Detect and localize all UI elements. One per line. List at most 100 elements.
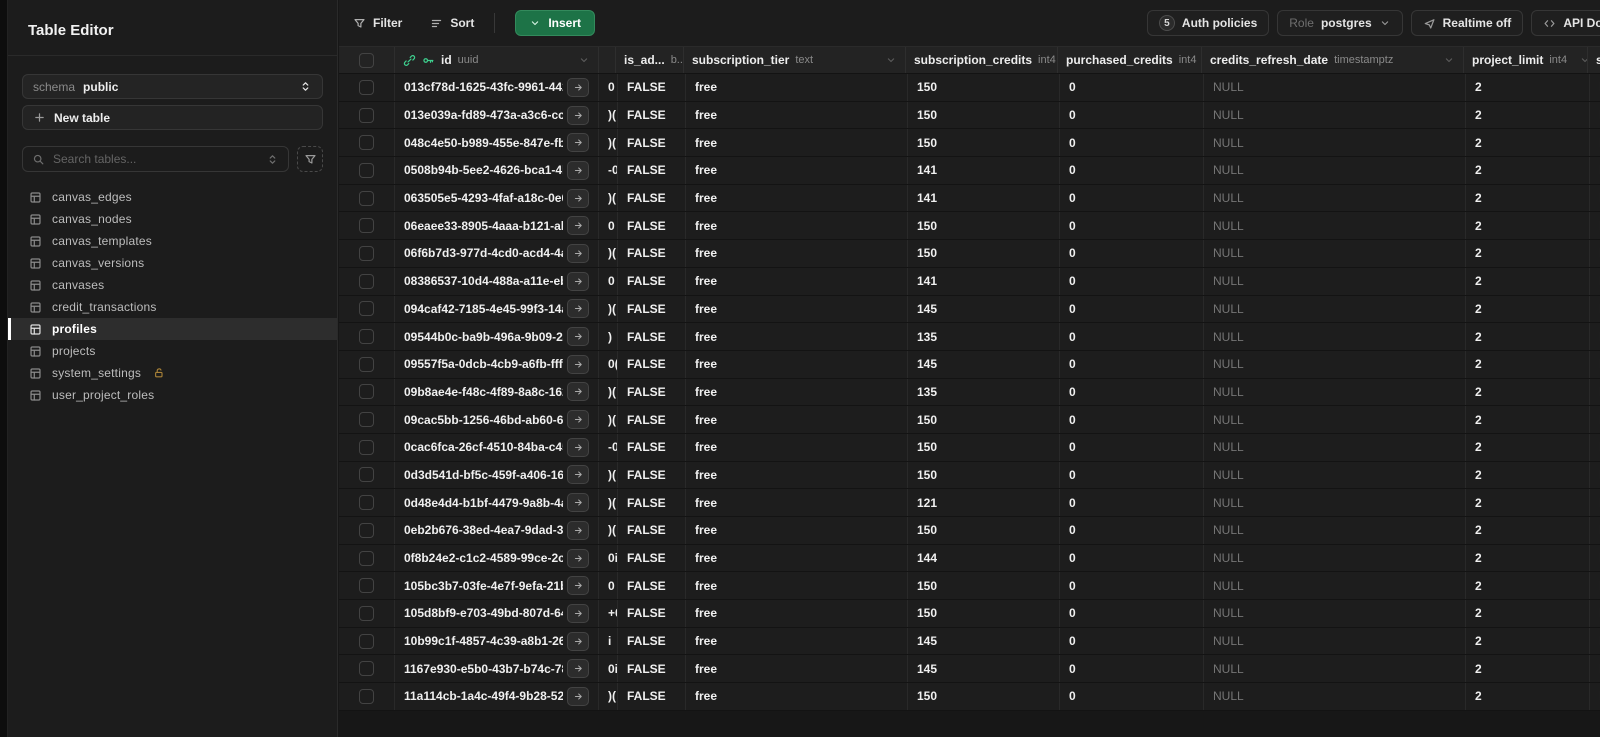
cell-id[interactable]: 0d48e4d4-b1bf-4479-9a8b-4a4b... (395, 489, 599, 516)
cell-limit[interactable]: 2 (1466, 101, 1590, 129)
cell-sliver[interactable]: 0( (599, 350, 618, 378)
cell-limit[interactable]: 2 (1466, 157, 1590, 184)
cell-sub_credits[interactable]: 150 (908, 101, 1060, 129)
cell-purchased[interactable]: 0 (1060, 350, 1204, 378)
expand-row-button[interactable] (567, 77, 589, 97)
cell-limit[interactable]: 2 (1466, 517, 1590, 544)
cell-tier[interactable]: free (686, 157, 908, 184)
cell-id[interactable]: 0cac6fca-26cf-4510-84ba-c4580... (395, 433, 599, 461)
cell-id[interactable]: 013e039a-fd89-473a-a3c6-ccfa9... (395, 101, 599, 129)
cell-tier[interactable]: free (686, 267, 908, 295)
cell-last[interactable]: NULL (1590, 240, 1600, 267)
role-select[interactable]: Role postgres (1277, 10, 1403, 36)
expand-row-button[interactable] (567, 160, 589, 180)
expand-row-button[interactable] (567, 327, 589, 347)
cell-last[interactable]: NULL (1590, 406, 1600, 433)
cell-purchased[interactable]: 0 (1060, 627, 1204, 655)
cell-purchased[interactable]: 0 (1060, 101, 1204, 129)
cell-last[interactable]: NULL (1590, 185, 1600, 212)
sidebar-item-canvas_nodes[interactable]: canvas_nodes (8, 208, 337, 230)
cell-tier[interactable]: free (686, 74, 908, 101)
cell-sub_credits[interactable]: 145 (908, 295, 1060, 323)
cell-sliver[interactable]: 0i (599, 655, 618, 683)
row-checkbox[interactable] (359, 356, 374, 372)
column-header-id[interactable]: id uuid (395, 47, 599, 73)
cell-is_admin[interactable]: FALSE (618, 517, 686, 544)
cell-refresh[interactable]: NULL (1204, 572, 1466, 600)
cell-is_admin[interactable]: FALSE (618, 433, 686, 461)
cell-purchased[interactable]: 0 (1060, 184, 1204, 212)
cell-tier[interactable]: free (686, 655, 908, 683)
realtime-toggle-button[interactable]: Realtime off (1410, 10, 1524, 36)
cell-tier[interactable]: free (686, 600, 908, 627)
cell-last[interactable]: NULL (1590, 489, 1600, 516)
row-checkbox[interactable] (359, 633, 374, 649)
cell-refresh[interactable]: NULL (1204, 489, 1466, 516)
cell-sliver[interactable]: )( (599, 378, 618, 406)
row-checkbox[interactable] (359, 495, 374, 511)
new-table-button[interactable]: New table (22, 105, 323, 130)
cell-limit[interactable]: 2 (1466, 655, 1590, 683)
cell-purchased[interactable]: 0 (1060, 240, 1204, 267)
cell-refresh[interactable]: NULL (1204, 323, 1466, 350)
cell-refresh[interactable]: NULL (1204, 655, 1466, 683)
sidebar-item-canvas_edges[interactable]: canvas_edges (8, 186, 337, 208)
cell-tier[interactable]: free (686, 184, 908, 212)
cell-sliver[interactable]: )( (599, 129, 618, 157)
cell-is_admin[interactable]: FALSE (618, 157, 686, 184)
expand-row-button[interactable] (567, 576, 589, 596)
cell-id[interactable]: 0eb2b676-38ed-4ea7-9dad-38e6... (395, 517, 599, 544)
cell-sub_credits[interactable]: 141 (908, 184, 1060, 212)
row-checkbox[interactable] (359, 245, 374, 261)
cell-refresh[interactable]: NULL (1204, 240, 1466, 267)
cell-id[interactable]: 0d3d541d-bf5c-459f-a406-16b93... (395, 461, 599, 489)
cell-sub_credits[interactable]: 150 (908, 683, 1060, 710)
cell-last[interactable]: NULL (1590, 268, 1600, 295)
cell-purchased[interactable]: 0 (1060, 517, 1204, 544)
cell-tier[interactable]: free (686, 461, 908, 489)
cell-limit[interactable]: 2 (1466, 489, 1590, 516)
row-checkbox[interactable] (359, 522, 374, 538)
cell-is_admin[interactable]: FALSE (618, 240, 686, 267)
cell-tier[interactable]: free (686, 101, 908, 129)
expand-row-button[interactable] (567, 520, 589, 540)
cell-last[interactable]: NULL (1590, 572, 1600, 599)
cell-sliver[interactable]: 0 (599, 572, 618, 600)
cell-tier[interactable]: free (686, 627, 908, 655)
cell-id[interactable]: 10b99c1f-4857-4c39-a8b1-263b8... (395, 627, 599, 655)
cell-tier[interactable]: free (686, 295, 908, 323)
chevron-down-icon[interactable] (885, 54, 897, 66)
cell-sliver[interactable]: -0 (599, 157, 618, 184)
cell-refresh[interactable]: NULL (1204, 683, 1466, 710)
expand-row-button[interactable] (567, 686, 589, 706)
cell-limit[interactable]: 2 (1466, 378, 1590, 406)
cell-is_admin[interactable]: FALSE (618, 101, 686, 129)
cell-purchased[interactable]: 0 (1060, 378, 1204, 406)
cell-last[interactable]: NULL (1590, 655, 1600, 682)
cell-id[interactable]: 0f8b24e2-c1c2-4589-99ce-2c52d... (395, 544, 599, 572)
row-checkbox[interactable] (359, 329, 374, 345)
cell-limit[interactable]: 2 (1466, 544, 1590, 572)
row-checkbox[interactable] (359, 218, 374, 234)
expand-row-button[interactable] (567, 382, 589, 402)
expand-row-button[interactable] (567, 271, 589, 291)
row-checkbox[interactable] (359, 384, 374, 400)
cell-sliver[interactable]: )( (599, 101, 618, 129)
cell-sub_credits[interactable]: 121 (908, 489, 1060, 516)
row-checkbox[interactable] (359, 162, 374, 178)
row-checkbox[interactable] (359, 190, 374, 206)
cell-last[interactable]: NULL (1590, 683, 1600, 710)
cell-purchased[interactable]: 0 (1060, 267, 1204, 295)
cell-sliver[interactable]: )( (599, 295, 618, 323)
cell-sub_credits[interactable]: 150 (908, 572, 1060, 600)
cell-sliver[interactable]: -0 (599, 433, 618, 461)
api-docs-button[interactable]: API Docs (1531, 10, 1600, 36)
cell-refresh[interactable]: NULL (1204, 544, 1466, 572)
cell-is_admin[interactable]: FALSE (618, 323, 686, 350)
cell-sliver[interactable]: )( (599, 683, 618, 710)
cell-id[interactable]: 09557f5a-0dcb-4cb9-a6fb-fff366... (395, 350, 599, 378)
row-checkbox[interactable] (359, 688, 374, 704)
cell-tier[interactable]: free (686, 129, 908, 157)
column-header-is_ad...[interactable]: is_ad... b... (616, 47, 684, 73)
cell-sub_credits[interactable]: 150 (908, 433, 1060, 461)
